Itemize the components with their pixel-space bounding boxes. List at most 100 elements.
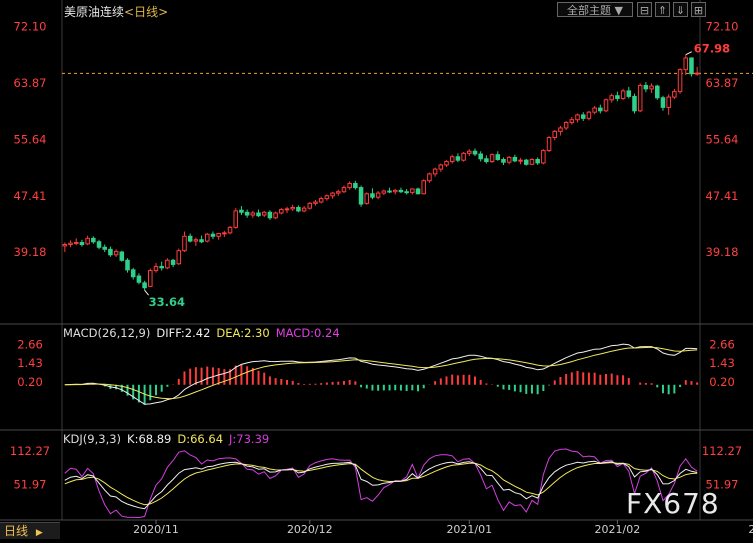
- candle: [267, 210, 273, 220]
- candle: [387, 187, 392, 194]
- chevron-right-icon: ▶: [35, 528, 43, 538]
- candle: [609, 93, 614, 103]
- candle: [392, 188, 398, 195]
- candle-body: [330, 192, 335, 197]
- chart-stage[interactable]: 67.98 33.64 72.10 72.10 63.87 63.87 55.64 55.6…: [0, 0, 753, 539]
- candle-body: [307, 202, 313, 209]
- macd-value: MACD:0.24: [275, 326, 340, 340]
- candle-body: [170, 259, 176, 265]
- y-tick-label: 63.87: [14, 76, 47, 90]
- candle: [125, 258, 130, 273]
- candle-body: [182, 235, 187, 252]
- candle-body: [210, 233, 216, 237]
- candle: [279, 208, 284, 215]
- y-tick-label: 72.10: [706, 19, 739, 33]
- candle: [506, 156, 512, 165]
- candle-body: [364, 193, 370, 204]
- candle: [204, 232, 210, 243]
- candle-body: [575, 114, 580, 121]
- candle: [336, 189, 341, 196]
- candle-body: [392, 189, 398, 193]
- candle: [501, 157, 506, 165]
- candle: [199, 235, 204, 244]
- kdj-tick-label: 51.97: [14, 478, 47, 492]
- candle: [592, 106, 597, 115]
- candle: [421, 179, 426, 195]
- candle-body: [495, 154, 501, 160]
- move-up-icon[interactable]: ⇑: [655, 2, 670, 17]
- candle: [250, 210, 256, 218]
- candle-body: [694, 72, 700, 75]
- x-tick-label: 2021/02: [595, 523, 641, 536]
- k-value: K:68.89: [127, 432, 172, 446]
- candle: [330, 191, 335, 199]
- candle: [187, 233, 193, 243]
- candle: [444, 160, 449, 168]
- theme-select-label: 全部主题: [567, 4, 612, 17]
- candle: [580, 112, 586, 122]
- minimize-panel-icon[interactable]: ⊟: [637, 2, 652, 17]
- move-down-icon[interactable]: ⇓: [673, 2, 688, 17]
- candle: [455, 153, 461, 163]
- candle: [290, 204, 295, 211]
- candle: [113, 249, 119, 257]
- candle: [523, 158, 529, 166]
- candle: [364, 192, 370, 205]
- candle-body: [666, 96, 671, 108]
- candle-body: [609, 95, 614, 101]
- candle: [210, 231, 216, 240]
- candle-body: [455, 156, 461, 161]
- candle: [370, 188, 375, 200]
- candle: [341, 185, 347, 194]
- candle-body: [660, 97, 666, 108]
- candle-body: [216, 233, 221, 237]
- candle: [598, 104, 603, 114]
- candle: [484, 155, 489, 164]
- candle-body: [586, 111, 592, 119]
- chart-canvas[interactable]: 67.98 33.64 72.10 72.10 63.87 63.87 55.64 55.6…: [0, 0, 753, 539]
- candle-body: [273, 212, 278, 219]
- candle: [438, 163, 444, 172]
- candle-body: [484, 158, 489, 163]
- candle: [148, 268, 153, 288]
- candle: [142, 280, 147, 291]
- maximize-panel-icon[interactable]: ⊞: [691, 2, 706, 17]
- candle: [296, 205, 301, 213]
- candle: [603, 98, 609, 113]
- candle-body: [130, 269, 136, 278]
- candle-body: [489, 154, 495, 163]
- candle: [495, 151, 501, 161]
- candle: [558, 125, 563, 136]
- candle: [153, 263, 159, 273]
- candle: [119, 250, 125, 262]
- candle: [222, 230, 227, 237]
- theme-select[interactable]: 全部主题 ▼: [557, 2, 633, 17]
- candle: [620, 88, 626, 100]
- candle-body: [552, 130, 558, 139]
- period-switch-label: 日线: [4, 524, 29, 538]
- candle: [239, 206, 244, 216]
- candle: [301, 206, 307, 213]
- x-tick-label: 2021/01: [446, 523, 492, 536]
- candle-body: [62, 244, 68, 247]
- y-tick-label: 47.41: [14, 189, 47, 203]
- x-tick-label: 2021/03: [748, 523, 753, 536]
- candle: [467, 149, 472, 157]
- macd-name: MACD(26,12,9): [63, 326, 151, 340]
- chevron-down-icon: ▼: [614, 4, 623, 17]
- candle: [324, 194, 330, 201]
- candle-body: [108, 248, 113, 256]
- candle: [73, 238, 79, 246]
- candle-body: [261, 211, 267, 216]
- candle: [512, 154, 518, 163]
- chart-title: 美原油连续<日线>: [64, 3, 168, 20]
- candle: [432, 167, 438, 177]
- kdj-legend: KDJ(9,3,3) K:68.89 D:66.64 J:73.39: [63, 432, 275, 446]
- candle-body: [91, 237, 96, 243]
- period-switch-button[interactable]: 日线 ▶: [0, 522, 60, 539]
- candle-body: [546, 137, 552, 152]
- candle-body: [336, 191, 341, 194]
- candle: [586, 110, 592, 121]
- candle-body: [683, 57, 689, 71]
- candle: [227, 226, 233, 235]
